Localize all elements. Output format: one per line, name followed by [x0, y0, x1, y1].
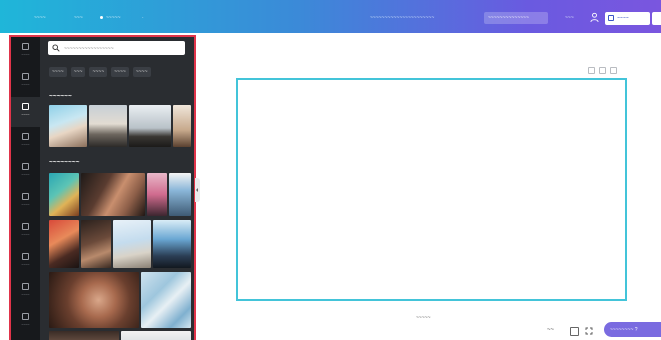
help-button[interactable]: ~~~~~~~~ ? [604, 322, 661, 337]
resize-button[interactable]: ~~~~~ [100, 15, 121, 21]
menu-button[interactable]: ~~~~ [34, 15, 46, 21]
sidebar-highlight-frame [9, 35, 196, 340]
design-canvas[interactable] [236, 78, 627, 301]
page-tools [584, 67, 617, 76]
share-icon [608, 15, 614, 21]
add-page-icon[interactable] [610, 67, 617, 74]
page-lock-icon[interactable] [588, 67, 595, 74]
grid-view-icon[interactable] [570, 327, 579, 336]
resize-dot-icon [100, 16, 103, 20]
notes-button[interactable]: ~~ [547, 327, 554, 333]
share-button[interactable]: ~~~~ [605, 12, 650, 25]
file-menu-button[interactable]: ~~~ [74, 15, 83, 21]
topbar-count: ~~~ [565, 15, 574, 21]
editor-top-bar: ~~~~ ~~~ ~~~~~ · ~~~~~~~~~~~~~~~~~~~~~~ … [0, 0, 661, 33]
chevron-left-icon [196, 188, 198, 192]
design-title[interactable]: ~~~~~~~~~~~~~~~~~~~~~~ [370, 15, 434, 21]
share-label: ~~~~ [617, 15, 629, 22]
duplicate-page-icon[interactable] [599, 67, 606, 74]
topbar-separator: · [142, 15, 144, 21]
collapse-panel-button[interactable] [195, 178, 200, 202]
upgrade-button[interactable]: ~~~~~~~~~~~~~~ [484, 12, 548, 24]
user-icon[interactable] [590, 12, 600, 24]
fullscreen-icon[interactable] [585, 327, 593, 335]
add-page-button[interactable]: ~~~~~ [416, 315, 431, 321]
resize-label: ~~~~~ [106, 15, 121, 21]
more-options-button[interactable] [652, 12, 661, 25]
